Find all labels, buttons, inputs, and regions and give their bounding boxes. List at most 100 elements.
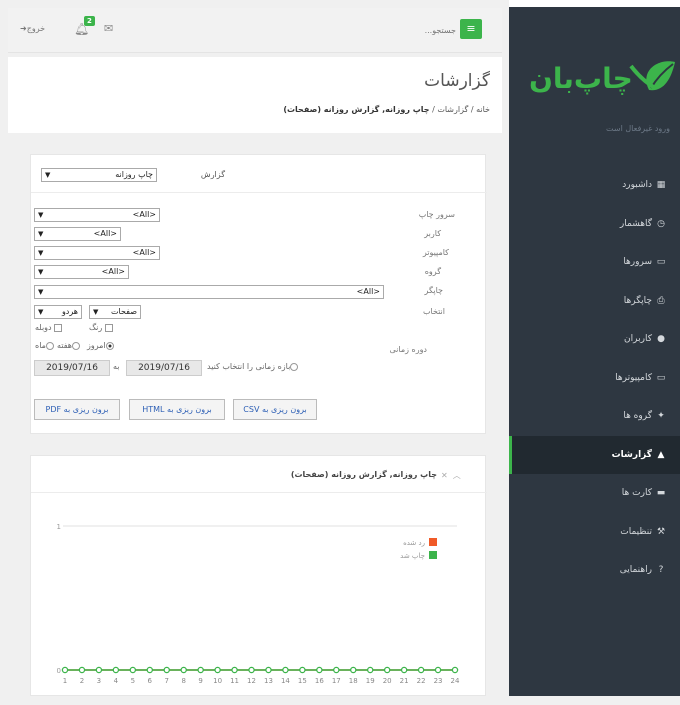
user-icon: ●	[657, 334, 665, 344]
week-radio[interactable]	[71, 341, 80, 350]
month-radio-label: ماه	[35, 341, 46, 350]
select-label: انتخاب	[423, 307, 445, 316]
sidebar-item-label: کامپیوترها	[615, 372, 652, 383]
custom-range-radio[interactable]	[290, 362, 299, 371]
data-point	[214, 666, 221, 674]
data-point	[248, 666, 255, 674]
logout-link[interactable]: خروج➜	[20, 24, 45, 33]
x-tick-label: 8	[181, 677, 185, 685]
breadcrumb: خانه / گزارشات / چاپ روزانه, گزارش روزان…	[283, 105, 490, 114]
menu-toggle-button[interactable]: ≡	[460, 19, 482, 39]
data-point	[197, 666, 204, 674]
computer-select[interactable]: ▼ <All>	[34, 246, 160, 260]
print-server-label: سرور چاپ	[418, 210, 455, 219]
today-radio-label: امروز	[87, 341, 106, 350]
x-tick-label: 17	[332, 677, 341, 685]
x-tick-label: 24	[451, 677, 460, 685]
week-radio-row[interactable]: هفته	[57, 341, 80, 350]
sidebar-item-monitor[interactable]: ▭ کامپیوترها	[509, 359, 680, 397]
data-point	[129, 666, 137, 674]
color-checkbox-row[interactable]: رنگ	[89, 323, 113, 332]
sidebar-item-label: کاربران	[624, 334, 652, 344]
chart-svg: 011 2 3 4 5 6 7 8 9 10 11 12 13 14 15 16 17 18 19 20 21 22 23 2…	[57, 523, 460, 685]
color-checkbox[interactable]	[104, 323, 113, 332]
search-input[interactable]	[368, 20, 456, 40]
data-point	[95, 666, 103, 674]
server-icon: ▭	[656, 257, 666, 267]
report-select[interactable]: ▼ چاپ روزانه	[41, 168, 157, 182]
color-mode-select[interactable]: ▼ هردو	[34, 305, 82, 319]
close-icon[interactable]: ✕	[441, 471, 448, 480]
today-radio[interactable]	[105, 341, 114, 350]
data-point	[434, 666, 442, 674]
sidebar-top-strip	[509, 0, 680, 7]
data-point	[112, 666, 120, 674]
chevron-up-icon[interactable]: ︿	[453, 471, 461, 480]
data-point	[180, 666, 187, 674]
x-tick-label: 15	[298, 677, 307, 685]
color-mode-value: هردو	[61, 307, 78, 316]
breadcrumb-home[interactable]: خانه	[476, 105, 490, 114]
date-from-field[interactable]: 2019/07/16	[126, 360, 202, 376]
x-tick-label: 13	[264, 677, 273, 685]
month-radio[interactable]	[45, 341, 54, 350]
sidebar-item-label: چاپگرها	[623, 295, 652, 306]
unit-select[interactable]: ▼ صفحات	[89, 305, 141, 319]
page-title: گزارشات	[424, 71, 490, 91]
data-point	[231, 666, 238, 674]
sidebar-item-user[interactable]: ● کاربران	[509, 320, 680, 358]
group-icon: ✦	[657, 411, 665, 421]
data-point	[265, 666, 272, 674]
printer-select[interactable]: ▼ <All>	[34, 285, 384, 299]
export-pdf-button[interactable]: برون ریزی به PDF	[34, 399, 120, 420]
sidebar-item-question[interactable]: ? راهنمایی	[509, 551, 680, 589]
data-point	[333, 666, 340, 674]
x-tick-label: 16	[315, 677, 324, 685]
print-server-select[interactable]: ▼ <All>	[34, 208, 160, 222]
computer-value: <All>	[132, 248, 156, 257]
period-label: دوره زمانی	[389, 345, 427, 354]
custom-range-radio-row[interactable]: بازه زمانی را انتخاب کنید	[207, 362, 299, 371]
wrench-icon: ⚒	[656, 526, 666, 537]
legend-swatch	[429, 551, 437, 559]
sidebar-item-chart[interactable]: ▲ گزارشات	[509, 435, 680, 474]
envelope-icon[interactable]: ✉	[104, 22, 113, 35]
data-point	[400, 666, 408, 674]
x-tick-label: 4	[114, 677, 119, 685]
x-tick-label: 3	[97, 677, 101, 685]
sidebar-item-wrench[interactable]: ⚒ تنظیمات	[509, 513, 680, 551]
sidebar-item-server[interactable]: ▭ سرورها	[509, 243, 680, 281]
sidebar-item-dashboard[interactable]: ▦ داشبورد	[509, 166, 680, 204]
today-radio-row[interactable]: امروز	[87, 341, 114, 350]
signout-icon: ➜	[20, 24, 27, 33]
export-html-button[interactable]: برون ریزی به HTML	[129, 399, 225, 420]
date-to-field[interactable]: 2019/07/16	[34, 360, 110, 376]
x-tick-label: 20	[383, 677, 392, 685]
app-logo: چاپ‌بان	[529, 61, 675, 95]
user-select[interactable]: ▼ <All>	[34, 227, 121, 241]
sidebar-item-printer[interactable]: ⎙ چاپگرها	[509, 282, 680, 320]
month-radio-row[interactable]: ماه	[35, 341, 54, 350]
report-filter-panel: ✕ ︿ ▼چاپ روزانه گزارش ▼<All> سرور چاپ ▼<…	[30, 154, 487, 434]
sidebar-item-card[interactable]: ▬ کارت ها	[509, 474, 680, 512]
x-tick-label: 18	[349, 677, 358, 685]
sidebar-item-label: راهنمایی	[619, 565, 652, 575]
top-bar: ≡ ✉ 🔔︎ 2 خروج➜	[8, 8, 502, 53]
x-tick-label: 19	[366, 677, 375, 685]
x-tick-label: 12	[247, 677, 256, 685]
chart-panel-header: چاپ روزانه, گزارش روزانه (صفحات) ✕ ︿	[31, 456, 487, 493]
export-csv-button[interactable]: برون ریزی به CSV	[233, 399, 317, 420]
sidebar-item-group[interactable]: ✦ گروه ها	[509, 397, 680, 435]
sidebar-item-clock[interactable]: ◷ گاهشمار	[509, 205, 680, 243]
duplex-checkbox-row[interactable]: دوبله	[35, 323, 63, 332]
sidebar-item-label: سرورها	[623, 257, 652, 267]
breadcrumb-current: چاپ روزانه, گزارش روزانه (صفحات)	[283, 105, 430, 114]
question-icon: ?	[658, 565, 664, 575]
sidebar-item-label: گاهشمار	[619, 218, 652, 229]
sidebar-item-label: گروه ها	[623, 411, 652, 421]
x-tick-label: 11	[230, 677, 239, 685]
duplex-checkbox[interactable]	[54, 323, 63, 332]
data-point	[316, 666, 323, 674]
breadcrumb-reports[interactable]: گزارشات	[437, 105, 468, 114]
group-select[interactable]: ▼ <All>	[34, 265, 129, 279]
